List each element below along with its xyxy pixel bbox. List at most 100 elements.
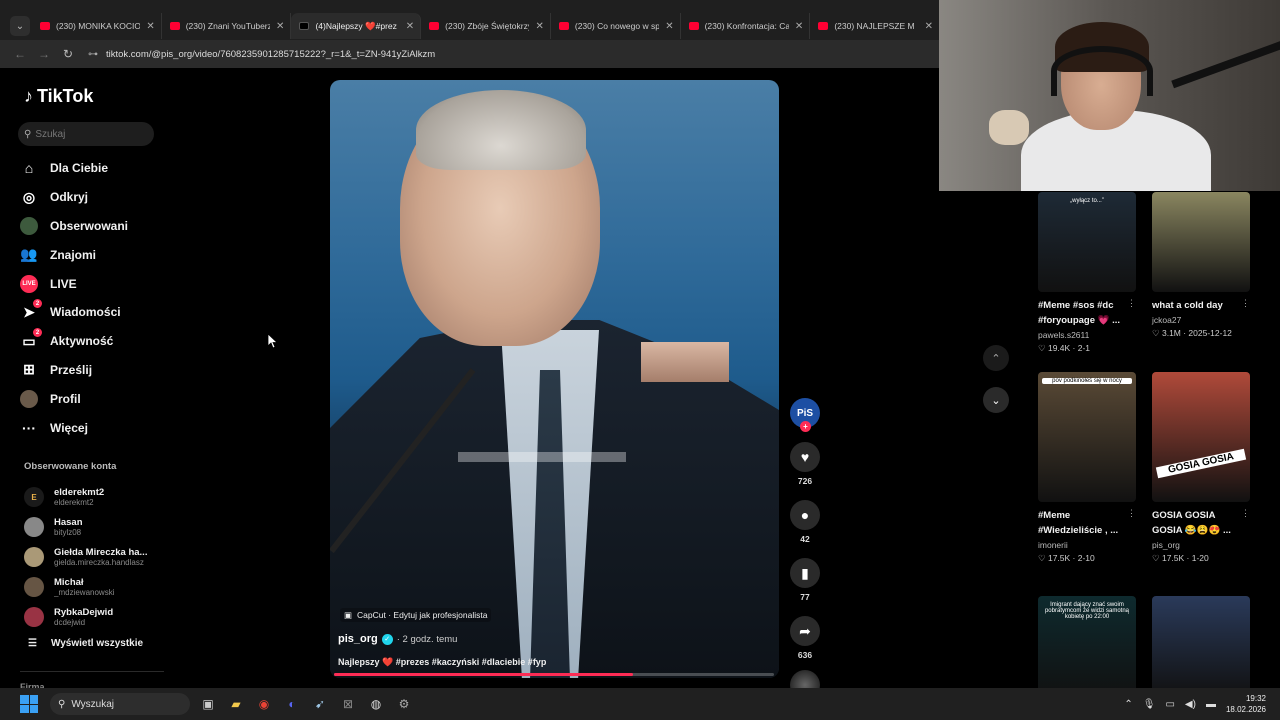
tab-close-icon[interactable]: ✕ bbox=[925, 21, 933, 32]
follow-plus-icon[interactable]: + bbox=[800, 421, 811, 432]
share-icon[interactable]: ➦ bbox=[790, 616, 820, 646]
discord-icon[interactable]: ◐ bbox=[282, 694, 302, 714]
heart-icon[interactable]: ♥ bbox=[790, 442, 820, 472]
video-player[interactable]: ▣ CapCut · Edytuj jak profesjonalista pi… bbox=[330, 80, 779, 678]
browser-tab[interactable]: (230) Znani YouTuberzy a ✕ bbox=[162, 13, 292, 39]
followed-account[interactable]: RybkaDejwid dcdejwid bbox=[24, 602, 174, 632]
recommended-video[interactable] bbox=[1152, 596, 1250, 696]
more-options-icon[interactable]: ⋮ bbox=[1127, 508, 1136, 538]
video-author[interactable]: jckoa27 bbox=[1152, 315, 1250, 325]
tab-close-icon[interactable]: ✕ bbox=[146, 21, 154, 32]
sidebar-item-label: Dla Ciebie bbox=[50, 161, 109, 176]
account-text: elderekmt2 elderekmt2 bbox=[54, 487, 150, 508]
network-icon[interactable]: ▭ bbox=[1165, 699, 1174, 710]
sidebar-item-znajomi[interactable]: 👥 Znajomi bbox=[20, 240, 180, 269]
show-all-button[interactable]: ☰ Wyświetl wszystkie bbox=[28, 638, 143, 649]
reload-icon[interactable]: ↻ bbox=[56, 47, 80, 61]
sidebar-item-obserwowani[interactable]: Obserwowani bbox=[20, 212, 180, 241]
steam-icon[interactable]: ➹ bbox=[310, 694, 330, 714]
more-options-icon[interactable]: ⋮ bbox=[1127, 298, 1136, 328]
video-thumbnail[interactable] bbox=[1152, 596, 1250, 696]
sidebar-item-odkryj[interactable]: ◎ Odkryj bbox=[20, 183, 180, 212]
followed-account[interactable]: Michał _mdziewanowski bbox=[24, 572, 174, 602]
chrome-icon[interactable]: ◉ bbox=[254, 694, 274, 714]
video-thumbnail[interactable]: pov podkinołeś się w nocy bbox=[1038, 372, 1136, 502]
like-action[interactable]: ♥ 726 bbox=[788, 442, 822, 486]
task-view-icon[interactable]: ▣ bbox=[198, 694, 218, 714]
video-author[interactable]: pawels.s2611 bbox=[1038, 330, 1136, 340]
browser-tab[interactable]: (230) Co nowego w sprze ✕ bbox=[551, 13, 681, 39]
recommended-video[interactable]: „wyłącz to...” #Meme #sos #dc #foryoupage… bbox=[1038, 192, 1136, 354]
recommended-video[interactable]: Imigrant dający znać swoim pobratymcom ż… bbox=[1038, 596, 1136, 696]
tab-close-icon[interactable]: ✕ bbox=[535, 21, 543, 32]
author-avatar[interactable]: PiS + bbox=[790, 398, 820, 432]
sidebar-item-dla-ciebie[interactable]: ⌂ Dla Ciebie bbox=[20, 154, 180, 183]
sidebar-item-prześlij[interactable]: ⊞ Prześlij bbox=[20, 356, 180, 385]
author-name[interactable]: pis_org bbox=[338, 633, 378, 645]
save-action[interactable]: ▮ 77 bbox=[788, 558, 822, 602]
video-title[interactable]: #Meme #sos #dc #foryoupage 💗 ... bbox=[1038, 298, 1127, 328]
video-thumbnail[interactable]: GOSIA GOSIA bbox=[1152, 372, 1250, 502]
account-avatar bbox=[24, 517, 44, 537]
video-title[interactable]: GOSIA GOSIA GOSIA 😂😩😍 ... bbox=[1152, 508, 1241, 538]
taskbar-search[interactable]: ⚲ Wyszukaj bbox=[50, 693, 190, 715]
sidebar-item-live[interactable]: LIVE LIVE bbox=[20, 269, 180, 298]
browser-tab[interactable]: (230) Zbóje Świętokrzysc ✕ bbox=[421, 13, 551, 39]
video-thumbnail[interactable]: „wyłącz to...” bbox=[1038, 192, 1136, 292]
comment-icon[interactable]: ● bbox=[790, 500, 820, 530]
followed-account[interactable]: Giełda Mireczka ha... gielda.mireczka.han… bbox=[24, 542, 174, 572]
previous-video-chevron-up-icon[interactable]: ⌃ bbox=[983, 345, 1009, 371]
search-input[interactable] bbox=[35, 128, 146, 140]
tray-chevron-up-icon[interactable]: ⌃ bbox=[1124, 699, 1132, 710]
video-author[interactable]: pis_org bbox=[1152, 540, 1250, 550]
video-title[interactable]: #Meme #Wiedzieliście , ... bbox=[1038, 508, 1127, 538]
sidebar-item-więcej[interactable]: ··· Więcej bbox=[20, 413, 180, 442]
tab-close-icon[interactable]: ✕ bbox=[276, 21, 284, 32]
video-author[interactable]: imonerii bbox=[1038, 540, 1136, 550]
back-icon[interactable]: ← bbox=[8, 47, 32, 61]
video-title[interactable]: what a cold day bbox=[1152, 298, 1241, 313]
sidebar-item-aktywność[interactable]: ▭ 2 Aktywność bbox=[20, 327, 180, 356]
share-action[interactable]: ➦ 636 bbox=[788, 616, 822, 660]
recommended-video[interactable]: pov podkinołeś się w nocy #Meme #Wiedziel… bbox=[1038, 372, 1136, 564]
capcut-badge[interactable]: ▣ CapCut · Edytuj jak profesjonalista bbox=[340, 608, 492, 622]
sidebar-item-profil[interactable]: Profil bbox=[20, 384, 180, 413]
tab-search-dropdown-icon[interactable]: ⌄ bbox=[10, 16, 30, 36]
battery-icon[interactable]: ▬ bbox=[1206, 699, 1216, 710]
sidebar-item-wiadomości[interactable]: ➤ 2 Wiadomości bbox=[20, 298, 180, 327]
url-field[interactable]: ⊶ tiktok.com/@pis_org/video/760823590128… bbox=[88, 43, 940, 65]
obs-icon[interactable]: ◍ bbox=[366, 694, 386, 714]
video-progress-bar[interactable] bbox=[334, 673, 774, 676]
browser-tab[interactable]: (230) Konfrontacja: Came ✕ bbox=[681, 13, 811, 39]
volume-icon[interactable]: ◀) bbox=[1185, 699, 1196, 710]
more-options-icon[interactable]: ⋮ bbox=[1241, 508, 1250, 538]
video-title-row: GOSIA GOSIA GOSIA 😂😩😍 ... ⋮ bbox=[1152, 508, 1250, 538]
taskbar-clock[interactable]: 19:32 18.02.2026 bbox=[1226, 693, 1266, 715]
browser-tab[interactable]: (230) MONIKA KOCIOŁEK ✕ bbox=[32, 13, 162, 39]
tab-close-icon[interactable]: ✕ bbox=[406, 21, 414, 32]
browser-tab[interactable]: (230) NAJLEPSZE M ✕ bbox=[810, 13, 941, 39]
bookmark-icon[interactable]: ▮ bbox=[790, 558, 820, 588]
tab-close-icon[interactable]: ✕ bbox=[665, 21, 673, 32]
next-video-chevron-down-icon[interactable]: ⌄ bbox=[983, 387, 1009, 413]
comment-action[interactable]: ● 42 bbox=[788, 500, 822, 544]
search-box[interactable]: ⚲ bbox=[18, 122, 154, 146]
file-explorer-icon[interactable]: ▰ bbox=[226, 694, 246, 714]
recommended-video[interactable]: what a cold day ⋮ jckoa27 ♡ 3.1M · 2025-12-… bbox=[1152, 192, 1250, 339]
video-thumbnail[interactable] bbox=[1152, 192, 1250, 292]
recommended-video[interactable]: GOSIA GOSIA GOSIA GOSIA GOSIA 😂😩😍 ... ⋮ pis… bbox=[1152, 372, 1250, 564]
tab-close-icon[interactable]: ✕ bbox=[795, 21, 803, 32]
forward-icon[interactable]: → bbox=[32, 47, 56, 61]
video-thumbnail[interactable]: Imigrant dający znać swoim pobratymcom ż… bbox=[1038, 596, 1136, 696]
site-info-icon[interactable]: ⊶ bbox=[88, 49, 98, 60]
settings-gear-icon[interactable]: ⚙ bbox=[394, 694, 414, 714]
sidebar-menu: ⌂ Dla Ciebie ◎ Odkryj Obserwowani 👥 Znajomi LIV… bbox=[20, 154, 180, 442]
microphone-icon[interactable]: 🎙 bbox=[1143, 699, 1156, 710]
followed-account[interactable]: Hasan bitylz08 bbox=[24, 512, 174, 542]
more-options-icon[interactable]: ⋮ bbox=[1241, 298, 1250, 313]
windows-start-icon[interactable] bbox=[20, 695, 38, 713]
browser-tab[interactable]: (4)Najlepszy ❤️#prez ✕ bbox=[291, 13, 422, 39]
xbox-icon[interactable]: ⊠ bbox=[338, 694, 358, 714]
followed-account[interactable]: Eelderekmt2 elderekmt2 bbox=[24, 482, 174, 512]
tiktok-logo[interactable]: ♪ TikTok bbox=[24, 86, 93, 107]
